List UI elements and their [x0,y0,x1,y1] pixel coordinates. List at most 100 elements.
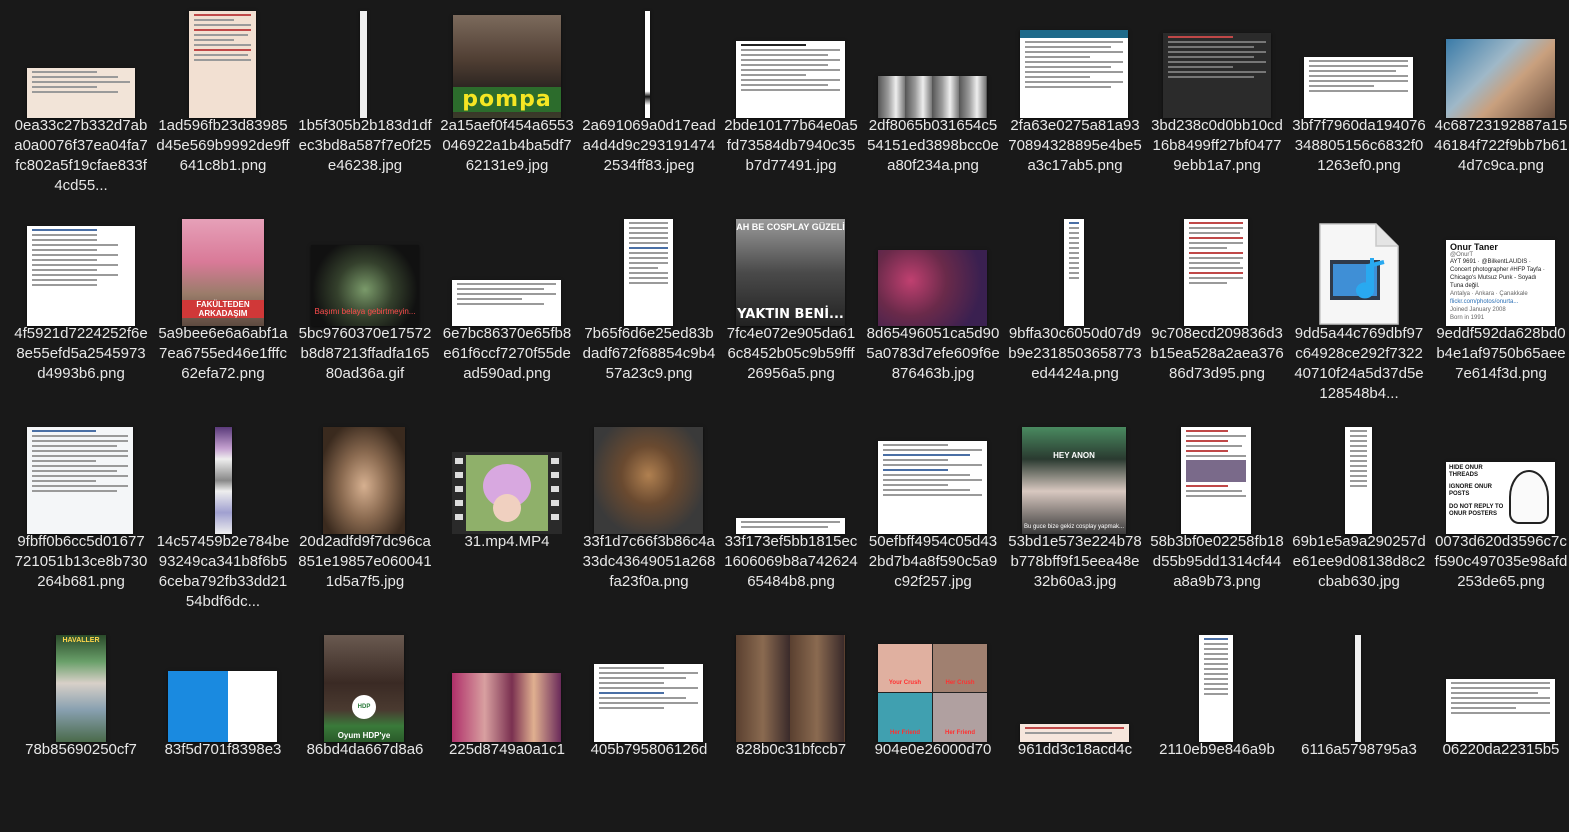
file-name: 2df8065b031654c554151ed3898bcc0ea80f234a… [867,117,999,174]
file-item[interactable]: 4c68723192887a1546184f722f9bb7b614d7c9ca… [1430,0,1569,208]
file-item[interactable]: 961dd3c18acd4c [1004,624,1146,832]
file-item[interactable]: 3bf7f7960da194076348805156c6832f01263ef0… [1288,0,1430,208]
file-name: 828b0c31bfccb7 [735,741,847,758]
profile-bio: AYT 9691 · @BilkentLAUDIS · Concert phot… [1450,259,1545,289]
file-item[interactable]: 1ad596fb23d83985d45e569b9992de9ff641c8b1… [152,0,294,208]
thumbnail-caption: Her Friend [889,730,920,736]
file-thumbnail [452,673,561,742]
file-item[interactable]: Your Crush Her Crush Her Friend Her Frie… [862,624,1004,832]
file-item[interactable]: 6e7bc86370e65fb8e61f6ccf7270f55dead590ad… [436,208,578,416]
thumbnail-caption: Your Crush [888,680,922,686]
file-name: 20d2adfd9f7dc96ca851e19857e0600411d5a7f5… [298,533,432,590]
file-item[interactable]: 31.mp4.MP4 [436,416,578,624]
file-item[interactable]: Onur Taner @OnurT AYT 9691 · @BilkentLAU… [1430,208,1569,416]
file-name: 9dd5a44c769dbf97c64928ce292f732240710f24… [1294,325,1424,402]
file-item[interactable]: 2fa63e0275a81a9370894328895e4be5a3c17ab5… [1004,0,1146,208]
file-item[interactable]: AH BE COSPLAY GÜZELİ YAKTIN BENİ... 7fc4… [720,208,862,416]
file-item[interactable]: 1b5f305b2b183d1dfec3bd8a587f7e0f25e46238… [294,0,436,208]
file-item[interactable]: 2df8065b031654c554151ed3898bcc0ea80f234a… [862,0,1004,208]
file-name: 5a9bee6e6a6abf1a7ea6755ed46e1fffc62efa72… [158,325,288,382]
file-thumbnail [736,635,845,742]
file-item[interactable]: 2bde10177b64e0a5fd73584db7940c35b7d77491… [720,0,862,208]
file-thumbnail [323,427,405,534]
file-name: 9bffa30c6050d07d9b9e2318503658773ed4424a… [1008,325,1142,382]
file-item[interactable]: 9dd5a44c769dbf97c64928ce292f732240710f24… [1288,208,1430,416]
file-item[interactable]: HAVALLER 78b85690250cf7 [10,624,152,832]
file-item[interactable]: 3bd238c0d0bb10cd16b8499ff27bf04779ebb1a7… [1146,0,1288,208]
file-item[interactable]: 06220da22315b5 [1430,624,1569,832]
file-name: 33f1d7c66f3b86c4a33dc43649051a268fa23f0a… [582,533,716,590]
file-thumbnail [594,427,703,534]
file-thumbnail [1184,219,1248,326]
file-thumbnail [189,11,256,118]
file-thumbnail: HAVALLER [56,635,106,742]
file-item[interactable]: Başımı belaya gebirtmeyin... 5bc9760370e… [294,208,436,416]
file-thumbnail [1345,427,1372,534]
file-item[interactable]: 405b795806126d [578,624,720,832]
profile-born: Born in 1991 [1450,315,1485,321]
file-name: 83f5d701f8398e3 [164,741,282,758]
file-item[interactable]: FAKÜLTEDEN ARKADAŞIM 5a9bee6e6a6abf1a7ea… [152,208,294,416]
thumbnail-caption: Her Friend [944,730,975,736]
thumbnail-caption-top: HEY ANON [1053,451,1095,460]
file-name: 225d8749a0a1c1 [449,741,565,758]
file-item[interactable]: 9fbff0b6cc5d01677721051b13ce8b730264b681… [10,416,152,624]
file-item[interactable]: 225d8749a0a1c1 [436,624,578,832]
file-thumbnail [1199,635,1233,742]
file-item[interactable]: HDP Oyum HDP'ye 86bd4da667d8a6 [294,624,436,832]
file-thumbnail [1446,39,1555,118]
file-thumbnail [1304,57,1413,118]
file-item[interactable]: HEY ANON Bu guce bize gekiz cosplay yapm… [1004,416,1146,624]
file-item[interactable]: 0ea33c27b332d7aba0a0076f37ea04fa7fc802a5… [10,0,152,208]
file-thumbnail [594,664,703,742]
file-item[interactable]: 8d65496051ca5d905a0783d7efe609f6e876463b… [862,208,1004,416]
file-item[interactable]: 2a691069a0d17eada4d4d9c2931914742534ff83… [578,0,720,208]
file-thumbnail: HEY ANON Bu guce bize gekiz cosplay yapm… [1022,427,1126,534]
file-item[interactable]: HIDE ONUR THREADS IGNORE ONUR POSTS DO N… [1430,416,1569,624]
file-thumbnail [1355,635,1361,742]
file-name: 2110eb9e846a9b [1159,741,1275,758]
file-item[interactable]: 2110eb9e846a9b [1146,624,1288,832]
file-thumbnail [878,250,987,326]
file-thumbnail [624,219,673,326]
file-thumbnail [736,41,845,118]
profile-name: Onur Taner [1450,242,1498,252]
file-item[interactable]: 50efbff4954c05d432bd7b4a8f590c5a9c92f257… [862,416,1004,624]
file-item[interactable]: 33f1d7c66f3b86c4a33dc43649051a268fa23f0a… [578,416,720,624]
file-item[interactable]: 9c708ecd209836d3b15ea528a2aea37686d73d95… [1146,208,1288,416]
file-item[interactable]: 58b3bf0e02258fb18d55b95dd1314cf44a8a9b73… [1146,416,1288,624]
file-name: 904e0e26000d70 [874,741,992,758]
meme-line: IGNORE ONUR POSTS [1449,484,1493,497]
file-name: 4c68723192887a1546184f722f9bb7b614d7c9ca… [1434,117,1568,174]
file-item[interactable]: pompa 2a15aef0f454a6553046922a1b4ba5df76… [436,0,578,208]
file-name: 7b65f6d6e25ed83bdadf672f68854c9b457a23c9… [582,325,716,382]
file-item[interactable]: 9bffa30c6050d07d9b9e2318503658773ed4424a… [1004,208,1146,416]
file-name: 9eddf592da628bd0b4e1af9750b65aee7e614f3d… [1436,325,1566,382]
file-thumbnail: HDP Oyum HDP'ye [324,635,404,742]
file-item[interactable]: 828b0c31bfccb7 [720,624,862,832]
file-item[interactable]: 69b1e5a9a290257de61ee9d08138d8c2cbab630.… [1288,416,1430,624]
file-item[interactable]: 83f5d701f8398e3 [152,624,294,832]
file-item[interactable]: 33f173ef5bb1815ec1606069b8a74262465484b8… [720,416,862,624]
file-item[interactable]: 6116a5798795a3 [1288,624,1430,832]
file-thumbnail [878,441,987,534]
file-name: 78b85690250cf7 [25,741,137,758]
file-item[interactable]: 7b65f6d6e25ed83bdadf672f68854c9b457a23c9… [578,208,720,416]
file-name: 3bf7f7960da194076348805156c6832f01263ef0… [1292,117,1426,174]
file-thumbnail: HIDE ONUR THREADS IGNORE ONUR POSTS DO N… [1446,462,1555,534]
file-thumbnail: pompa [453,15,561,118]
profile-location: Antalya · Ankara · Çanakkale [1450,291,1528,297]
file-thumbnail [27,68,135,118]
file-item[interactable]: 4f5921d7224252f6e8e55efd5a2545973d4993b6… [10,208,152,416]
file-thumbnail: FAKÜLTEDEN ARKADAŞIM [182,219,264,326]
file-name: 14c57459b2e784be93249ca341b8f6b56ceba792… [156,533,290,610]
file-name: 58b3bf0e02258fb18d55b95dd1314cf44a8a9b73… [1150,533,1284,590]
file-name: 86bd4da667d8a6 [306,741,424,758]
file-name: 2a691069a0d17eada4d4d9c2931914742534ff83… [582,117,716,174]
thumbnail-caption: Başımı belaya gebirtmeyin... [314,307,416,316]
file-name: 06220da22315b5 [1442,741,1560,758]
file-thumbnail [1163,33,1271,118]
file-item[interactable]: 14c57459b2e784be93249ca341b8f6b56ceba792… [152,416,294,624]
file-name: 9c708ecd209836d3b15ea528a2aea37686d73d95… [1150,325,1284,382]
file-item[interactable]: 20d2adfd9f7dc96ca851e19857e0600411d5a7f5… [294,416,436,624]
